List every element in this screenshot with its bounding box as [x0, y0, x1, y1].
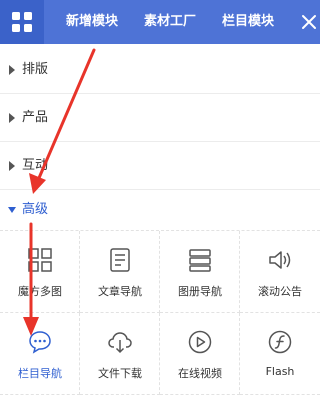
advanced-widget-grid: 魔方多图 文章导航 图册导航 滚动公告 栏目导航 文件下载 在线视频 Flash: [0, 230, 320, 400]
category-advanced[interactable]: 高级: [0, 190, 320, 230]
category-label: 排版: [22, 62, 49, 77]
category-label: 产品: [22, 110, 49, 125]
widget-online-video[interactable]: 在线视频: [160, 313, 240, 395]
caret-down-icon: [8, 207, 16, 213]
widget-label: 图册导航: [178, 285, 222, 298]
widget-label: Flash: [265, 365, 295, 378]
widget-label: 魔方多图: [18, 285, 62, 298]
app-menu-button[interactable]: [0, 0, 44, 44]
caret-right-icon: [9, 113, 15, 123]
chat-bubble-icon: [29, 331, 51, 354]
widget-album-nav[interactable]: 图册导航: [160, 231, 240, 313]
category-label: 高级: [22, 202, 49, 217]
widget-label: 文章导航: [98, 285, 142, 298]
widget-cube-gallery[interactable]: 魔方多图: [0, 231, 80, 313]
caret-right-icon: [9, 161, 15, 171]
widget-flash[interactable]: Flash: [240, 313, 320, 395]
widget-column-nav[interactable]: 栏目导航: [0, 313, 80, 395]
widget-file-download[interactable]: 文件下载: [80, 313, 160, 395]
widget-label: 文件下载: [98, 367, 142, 380]
widget-scroll-notice[interactable]: 滚动公告: [240, 231, 320, 313]
category-label: 互动: [22, 158, 49, 173]
play-circle-icon: [188, 330, 212, 354]
cloud-download-icon: [108, 332, 132, 354]
cube-grid-icon: [28, 248, 52, 272]
close-icon[interactable]: [300, 13, 318, 31]
category-interaction[interactable]: 互动: [0, 142, 320, 190]
category-product[interactable]: 产品: [0, 94, 320, 142]
tab-material-factory[interactable]: 素材工厂: [144, 0, 196, 44]
caret-right-icon: [9, 65, 15, 75]
flash-icon: [268, 330, 292, 354]
grid-icon: [12, 12, 32, 32]
article-list-icon: [110, 248, 130, 272]
tab-new-module[interactable]: 新增模块: [66, 0, 118, 44]
category-layout[interactable]: 排版: [0, 46, 320, 94]
tab-column-module[interactable]: 栏目模块: [222, 0, 274, 44]
widget-label: 滚动公告: [258, 285, 302, 298]
widget-label: 栏目导航: [18, 367, 62, 380]
speaker-icon: [269, 251, 291, 269]
widget-label: 在线视频: [178, 367, 222, 380]
widget-article-nav[interactable]: 文章导航: [80, 231, 160, 313]
module-header: 新增模块 素材工厂 栏目模块: [0, 0, 320, 44]
album-stack-icon: [189, 249, 211, 272]
